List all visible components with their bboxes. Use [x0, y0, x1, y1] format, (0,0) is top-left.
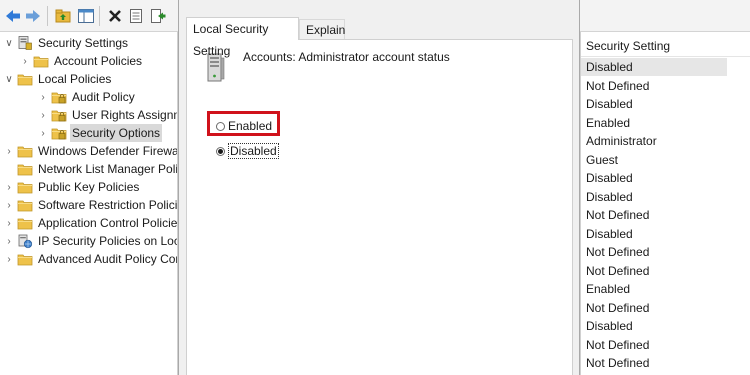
- tree-item-label: Account Policies: [54, 54, 143, 68]
- tree-item-label: Windows Defender Firewall: [38, 144, 178, 158]
- tree-item[interactable]: › Windows Defender Firewall: [3, 142, 178, 160]
- dialog-title-strip: [179, 0, 579, 8]
- list-item[interactable]: Not Defined: [581, 262, 727, 280]
- tree-item[interactable]: › Software Restriction Policie: [3, 196, 178, 214]
- tree-item-label: Network List Manager Polic: [38, 162, 178, 176]
- tab-panel: Accounts: Administrator account status E…: [186, 39, 573, 375]
- chevron-right-icon[interactable]: ›: [3, 196, 15, 214]
- tree-item-label: Advanced Audit Policy Con: [38, 252, 178, 266]
- folder-icon: [33, 53, 49, 69]
- folder-icon: [51, 89, 67, 105]
- ip-security-icon: [17, 233, 33, 249]
- show-hide-tree-icon[interactable]: [77, 7, 95, 25]
- tree-item[interactable]: Network List Manager Polic: [3, 160, 178, 178]
- list-item[interactable]: Not Defined: [581, 336, 727, 354]
- chevron-right-icon[interactable]: ›: [37, 106, 49, 124]
- list-item[interactable]: Not Defined: [581, 243, 727, 261]
- toolbar-separator: [47, 6, 48, 26]
- list-item[interactable]: Not Defined: [581, 299, 727, 317]
- tree-item[interactable]: › User Rights Assignment: [37, 106, 177, 124]
- chevron-right-icon[interactable]: ›: [3, 178, 15, 196]
- folder-icon: [17, 215, 33, 231]
- folder-icon: [51, 107, 67, 123]
- column-header-security-setting[interactable]: Security Setting: [581, 35, 750, 57]
- disabled-radio[interactable]: [216, 146, 225, 156]
- list-item[interactable]: Disabled: [581, 317, 727, 335]
- screen: ∨ Security Settings › Account Policies ∨ Loca…: [0, 0, 750, 375]
- forward-arrow-icon[interactable]: [24, 7, 42, 25]
- chevron-right-icon[interactable]: ›: [3, 250, 15, 268]
- tree-item-label: Local Policies: [38, 72, 112, 86]
- list-item[interactable]: Not Defined: [581, 206, 727, 224]
- list-item[interactable]: Disabled: [581, 95, 727, 113]
- disabled-option[interactable]: Disabled: [216, 143, 279, 159]
- chevron-right-icon[interactable]: ›: [19, 52, 31, 70]
- tree-item-label: User Rights Assignment: [72, 108, 177, 122]
- tab-local-security-setting[interactable]: Local Security Setting: [186, 17, 299, 58]
- up-folder-icon[interactable]: [54, 7, 72, 25]
- chevron-right-icon[interactable]: ›: [37, 124, 49, 142]
- tree-item[interactable]: › Application Control Policies: [3, 214, 178, 232]
- folder-icon: [17, 161, 33, 177]
- tree-item-label: Security Options: [70, 124, 163, 142]
- delete-icon[interactable]: [106, 7, 124, 25]
- chevron-right-icon[interactable]: ›: [3, 214, 15, 232]
- tree-item-label: Application Control Policies: [38, 216, 178, 230]
- highlight-box: [207, 111, 280, 136]
- tree-item[interactable]: › IP Security Policies on Local: [3, 232, 178, 250]
- folder-icon: [17, 197, 33, 213]
- list-item[interactable]: Disabled: [581, 225, 727, 243]
- tree-item-label: Security Settings: [38, 36, 129, 50]
- folder-icon: [17, 71, 33, 87]
- tab-explain[interactable]: Explain: [299, 19, 345, 39]
- tree-item-label: IP Security Policies on Local: [38, 234, 178, 248]
- policy-title: Accounts: Administrator account status: [243, 50, 450, 64]
- folder-icon: [51, 125, 67, 141]
- tree-item[interactable]: › Public Key Policies: [3, 178, 141, 196]
- tree-item[interactable]: › Audit Policy: [37, 88, 137, 106]
- list-item[interactable]: Enabled: [581, 280, 727, 298]
- list-item[interactable]: Guest: [581, 151, 727, 169]
- chevron-down-icon[interactable]: ∨: [3, 34, 15, 52]
- list-item[interactable]: Disabled: [581, 169, 727, 187]
- chevron-right-icon[interactable]: ›: [3, 232, 15, 250]
- tree-item[interactable]: › Account Policies: [19, 52, 144, 70]
- chevron-right-icon[interactable]: ›: [37, 88, 49, 106]
- folder-icon: [17, 179, 33, 195]
- toolbar-separator: [99, 6, 100, 26]
- folder-icon: [17, 251, 33, 267]
- list-item[interactable]: Not Defined: [581, 354, 727, 372]
- properties-dialog: Local Security Setting Explain Accounts:…: [178, 0, 580, 375]
- security-setting-list: Security Setting Disabled Not Defined Disa…: [580, 32, 750, 375]
- list-item[interactable]: Enabled: [581, 114, 727, 132]
- tree-item[interactable]: › Security Options: [37, 124, 163, 142]
- list-item[interactable]: Disabled: [581, 188, 727, 206]
- properties-icon[interactable]: [127, 7, 145, 25]
- tree-item[interactable]: › Advanced Audit Policy Con: [3, 250, 178, 268]
- security-settings-icon: [17, 35, 33, 51]
- tree-item[interactable]: ∨ Security Settings: [3, 34, 130, 52]
- back-arrow-icon[interactable]: [4, 7, 22, 25]
- list-item[interactable]: Disabled: [581, 58, 727, 76]
- tree-item[interactable]: ∨ Local Policies: [3, 70, 113, 88]
- tree-item-label: Audit Policy: [72, 90, 135, 104]
- console-tree: ∨ Security Settings › Account Policies ∨ Loca…: [0, 32, 178, 375]
- list-item[interactable]: Administrator: [581, 132, 727, 150]
- tree-item-label: Software Restriction Policie: [38, 198, 178, 212]
- tree-item-label: Public Key Policies: [38, 180, 140, 194]
- disabled-label[interactable]: Disabled: [228, 143, 279, 159]
- folder-icon: [17, 143, 33, 159]
- chevron-down-icon[interactable]: ∨: [3, 70, 15, 88]
- export-list-icon[interactable]: [149, 7, 167, 25]
- list-item[interactable]: Not Defined: [581, 77, 727, 95]
- chevron-right-icon[interactable]: ›: [3, 142, 15, 160]
